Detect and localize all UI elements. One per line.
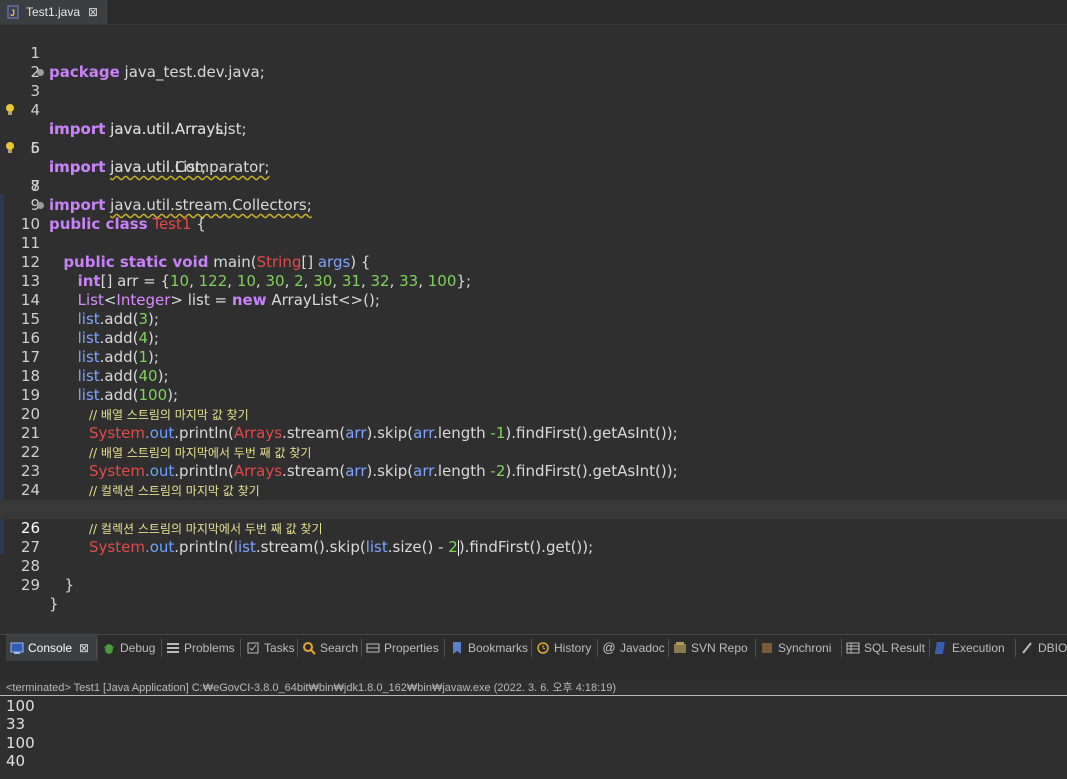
tab-label: Tasks [264,641,295,655]
code-line: 5 import java.util.Comparator; [0,101,1067,176]
tab-problems[interactable]: Problems [166,635,235,661]
lightbulb-icon[interactable] [5,103,15,117]
code-line: 29 } [0,557,1067,613]
console-output[interactable]: 100 33 100 40 [0,697,1067,779]
bug-icon [104,644,114,654]
code-line: 25 // 컬렉션 스트림의 마지막에서 두번 째 값 찾기 [0,481,1067,536]
tab-sql-result[interactable]: SQL Result [846,635,925,661]
svn-icon [674,642,686,653]
code-line: 28 } [0,538,1067,594]
editor-tab-label: Test1.java [26,5,81,19]
tab-synchronize[interactable]: Synchroni [760,635,831,661]
tab-label: Javadoc [620,641,665,655]
sync-icon [762,643,772,653]
code-line: 19 // 배열 스트림의 마지막 값 찾기 [0,367,1067,422]
code-line: 23 // 컬렉션 스트림의 마지막 값 찾기 [0,443,1067,498]
javadoc-icon: @ [602,640,616,655]
code-line: 7 import java.util.stream.Collectors; [0,139,1067,214]
tab-label: Problems [184,641,235,655]
code-line: 27 [0,519,1067,556]
code-line: 12 int[] arr = {10, 122, 10, 30, 2, 30, … [0,234,1067,290]
code-line: 16 list.add(1); [0,310,1067,366]
tab-label: Execution [952,641,1005,655]
code-line: 14 list.add(3); [0,272,1067,328]
bookmark-icon [453,642,461,654]
properties-icon [366,643,380,653]
code-line: 8 [0,158,1067,195]
console-icon [10,642,24,654]
tab-execution[interactable]: Execution [934,635,1005,661]
editor-tab-bar: J Test1.java ⊠ [0,0,1067,25]
svg-text:J: J [10,8,15,18]
tab-svn-repo[interactable]: SVN Repo [673,635,748,661]
tab-javadoc[interactable]: @ Javadoc [602,635,665,661]
code-line: 11 [0,215,1067,252]
code-line: 3 import java.util.ArrayList; [0,63,1067,138]
history-icon [537,642,549,654]
console-status: <terminated> Test1 [Java Application] C:… [0,680,1067,696]
output-line: 33 [6,715,26,733]
code-line: 9 public class Test1 { [0,177,1067,233]
code-line: 2 [0,44,1067,81]
tab-debug[interactable]: Debug [102,635,155,661]
code-line: 1 package java_test.dev.java; [0,25,1067,81]
tab-label: DBIO [1038,641,1067,655]
execution-icon [934,642,945,654]
dbio-icon [1022,642,1032,654]
current-line[interactable]: 26 System.out.println(list.stream().skip… [0,500,1067,556]
tab-properties[interactable]: Properties [366,635,439,661]
close-icon[interactable]: ⊠ [88,5,98,19]
fold-icon[interactable] [37,202,44,209]
fold-icon[interactable] [37,69,44,76]
code-text: } [55,576,75,594]
code-line: 17 list.add(40); [0,329,1067,385]
tab-label: SVN Repo [691,641,748,655]
code-line: 22 System.out.println(Arrays.stream(arr)… [0,424,1067,480]
tab-label: Search [320,641,359,655]
code-editor[interactable]: 1 package java_test.dev.java; 2 3 import… [0,25,1067,632]
tab-bookmarks[interactable]: Bookmarks [450,635,528,661]
output-line: 100 [6,734,35,752]
code-line: 18 list.add(100); [0,348,1067,404]
problems-icon [167,643,179,653]
tab-label: Bookmarks [468,641,529,655]
search-icon [303,642,316,655]
code-text: } [49,595,59,613]
tab-console[interactable]: Console ⊠ [6,635,98,661]
tab-dbio[interactable]: DBIO [1020,635,1067,661]
tab-label: Properties [384,641,439,655]
line-number: 29 [20,576,40,594]
view-tab-bar: Console ⊠ Debug Problems Tasks Search Pr… [0,634,1067,662]
close-icon[interactable]: ⊠ [79,641,89,655]
code-line: 21 // 배열 스트림의 마지막에서 두번 째 값 찾기 [0,405,1067,460]
output-line: 100 [6,697,35,715]
java-file-icon: J [7,5,19,19]
tab-tasks[interactable]: Tasks [246,635,295,661]
tab-label: Debug [120,641,156,655]
tab-label: History [554,641,592,655]
code-line: 24 System.out.println(list.stream().skip… [0,462,1067,518]
tab-label: SQL Result [864,641,925,655]
tab-label: Synchroni [778,641,832,655]
tasks-icon [247,642,259,654]
tab-label: Console [28,641,73,655]
tab-history[interactable]: History [536,635,591,661]
code-line: 4 import java.util.Arrays; [0,82,1067,138]
code-line: 6 import java.util.List; [0,120,1067,176]
console-toolbar [0,661,1067,681]
table-icon [846,642,860,654]
code-line: 10 public static void main(String[] args… [0,196,1067,271]
code-line: 13 List<Integer> list = new ArrayList<>(… [0,253,1067,309]
tab-search[interactable]: Search [302,635,358,661]
editor-tab-test1[interactable]: J Test1.java ⊠ [0,0,107,24]
lightbulb-icon[interactable] [5,141,15,155]
code-line: 15 list.add(4); [0,291,1067,347]
code-line: 20 System.out.println(Arrays.stream(arr)… [0,386,1067,442]
output-line: 40 [6,752,26,770]
